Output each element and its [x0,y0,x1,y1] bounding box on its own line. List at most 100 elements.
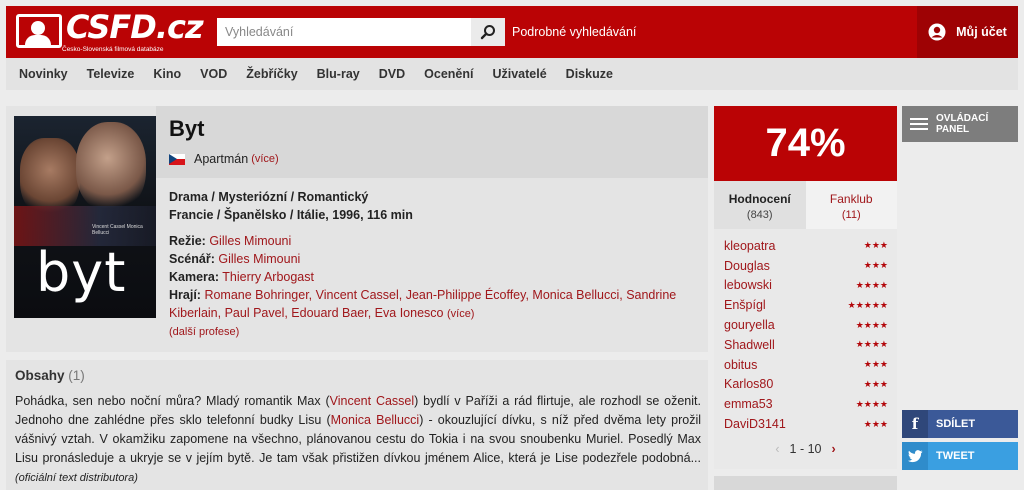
tab-ratings-count: (843) [746,209,773,221]
advanced-search-link[interactable]: Podrobné vyhledávání [512,25,636,39]
user-link[interactable]: emma53 [724,397,773,411]
nav-item-diskuze[interactable]: Diskuze [566,67,613,81]
writer-label: Scénář: [169,252,215,266]
user-link[interactable]: Douglas [724,259,770,273]
list-item: Douglas ★★★ [724,256,888,276]
nav-item-televize[interactable]: Televize [87,67,135,81]
user-link[interactable]: gouryella [724,318,775,332]
poster-title: byt [36,241,127,304]
plot-actor-link[interactable]: Monica Bellucci [331,413,420,427]
stars-icon: ★★★★ [855,398,888,409]
list-item: DaviD3141 ★★★ [724,414,888,434]
list-item: gouryella ★★★★ [724,315,888,335]
film-genres: Drama / Mysteriózní / Romantický [169,190,369,204]
list-item: Enšpígl ★★★★★ [724,295,888,315]
cast-more-link[interactable]: (více) [447,308,475,320]
user-icon [928,23,946,41]
film-genres-origin: Drama / Mysteriózní / Romantický Francie… [169,188,413,224]
film-person-logo-icon [16,14,62,48]
control-panel-button[interactable]: OVLÁDACÍ PANEL [902,106,1018,142]
plot-text-part: Pohádka, sen nebo noční můra? Mladý roma… [15,394,330,408]
nav-item-bluray[interactable]: Blu-ray [317,67,360,81]
list-item: Shadwell ★★★★ [724,335,888,355]
main-navigation: Novinky Televize Kino VOD Žebříčky Blu-r… [6,58,1018,90]
nav-item-vod[interactable]: VOD [200,67,227,81]
share-label: SDÍLET [936,418,976,430]
tab-fanclub-label: Fanklub [829,192,873,206]
rating-percentage: 74% [714,106,897,181]
plot-count: (1) [68,368,85,383]
list-item: Karlos80 ★★★ [724,375,888,395]
stars-icon: ★★★★ [855,279,888,290]
film-info-box: Vincent Cassel Monica Bellucci byt Byt A… [6,106,708,352]
stars-icon: ★★★★ [855,319,888,330]
director-link[interactable]: Gilles Mimouni [209,234,291,248]
stars-icon: ★★★ [863,378,888,389]
twitter-tweet-button[interactable]: TWEET [902,442,1018,470]
search-input[interactable] [217,18,467,46]
stars-icon: ★★★★ [855,339,888,350]
user-link[interactable]: DaviD3141 [724,417,786,431]
my-account-label: Můj účet [956,25,1007,39]
ratings-pager: ‹ 1 - 10 › [714,442,897,456]
stars-icon: ★★★ [863,240,888,251]
my-account-button[interactable]: Můj účet [917,6,1018,58]
user-link[interactable]: Enšpígl [724,298,766,312]
chevron-left-icon[interactable]: ‹ [775,442,779,456]
poster-man-figure [76,122,146,212]
plot-heading-text: Obsahy [15,368,65,383]
tab-ratings[interactable]: Hodnocení (843) [714,181,806,229]
user-link[interactable]: Karlos80 [724,377,773,391]
csfd-logo[interactable]: CSFD.cz Česko-Slovenská filmová databáze [16,8,204,54]
film-origin: Francie / Španělsko / Itálie, 1996, 116 … [169,208,413,222]
rating-box: 74% Hodnocení (843) Fanklub (11) kleopat… [714,106,897,469]
nav-item-novinky[interactable]: Novinky [19,67,68,81]
list-item: obitus ★★★ [724,355,888,375]
plot-actor-link[interactable]: Vincent Cassel [330,394,415,408]
film-title: Byt [169,116,205,141]
cast-links[interactable]: Romane Bohringer, Vincent Cassel, Jean-P… [169,288,676,320]
list-item: emma53 ★★★★ [724,394,888,414]
facebook-share-button[interactable]: f SDÍLET [902,410,1018,438]
plot-source: (oficiální text distributora) [15,472,138,484]
alt-title: Apartmán [194,152,249,166]
search-button[interactable] [471,18,505,46]
film-poster[interactable]: Vincent Cassel Monica Bellucci byt [14,116,156,318]
next-box-edge [714,476,897,490]
tab-fanclub[interactable]: Fanklub (11) [805,181,897,229]
camera-label: Kamera: [169,270,220,284]
plot-text: Pohádka, sen nebo noční můra? Mladý roma… [15,392,701,488]
nav-item-kino[interactable]: Kino [153,67,181,81]
user-link[interactable]: obitus [724,358,757,372]
poster-actor-names: Vincent Cassel Monica Bellucci [92,224,143,236]
control-panel-label: OVLÁDACÍ PANEL [936,113,989,135]
tab-ratings-label: Hodnocení [728,192,791,206]
user-link[interactable]: lebowski [724,278,772,292]
nav-item-oceneni[interactable]: Ocenění [424,67,473,81]
chevron-right-icon[interactable]: › [831,442,835,456]
stars-icon: ★★★ [863,359,888,370]
logo-text: CSFD.cz [66,8,204,46]
nav-item-zebricky[interactable]: Žebříčky [246,67,297,81]
list-item: kleopatra ★★★ [724,236,888,256]
film-title-bar [156,106,708,178]
tab-fanclub-count: (11) [841,209,861,221]
rating-tabs: Hodnocení (843) Fanklub (11) [714,181,897,229]
pager-range: 1 - 10 [789,442,822,456]
writer-link[interactable]: Gilles Mimouni [218,252,300,266]
alt-titles-more-link[interactable]: (více) [251,153,279,165]
hamburger-icon [910,118,928,130]
user-link[interactable]: Shadwell [724,338,775,352]
more-professions-link[interactable]: (další profese) [169,326,239,338]
director-label: Režie: [169,234,206,248]
nav-item-dvd[interactable]: DVD [379,67,405,81]
facebook-icon: f [902,410,928,438]
top-bar: CSFD.cz Česko-Slovenská filmová databáze… [6,6,1018,58]
film-credits: Režie: Gilles Mimouni Scénář: Gilles Mim… [169,232,699,323]
twitter-icon [902,442,928,470]
stars-icon: ★★★ [863,260,888,271]
user-link[interactable]: kleopatra [724,239,775,253]
alt-title-row: Apartmán (více) [169,152,279,166]
camera-link[interactable]: Thierry Arbogast [222,270,314,284]
nav-item-uzivatele[interactable]: Uživatelé [492,67,546,81]
